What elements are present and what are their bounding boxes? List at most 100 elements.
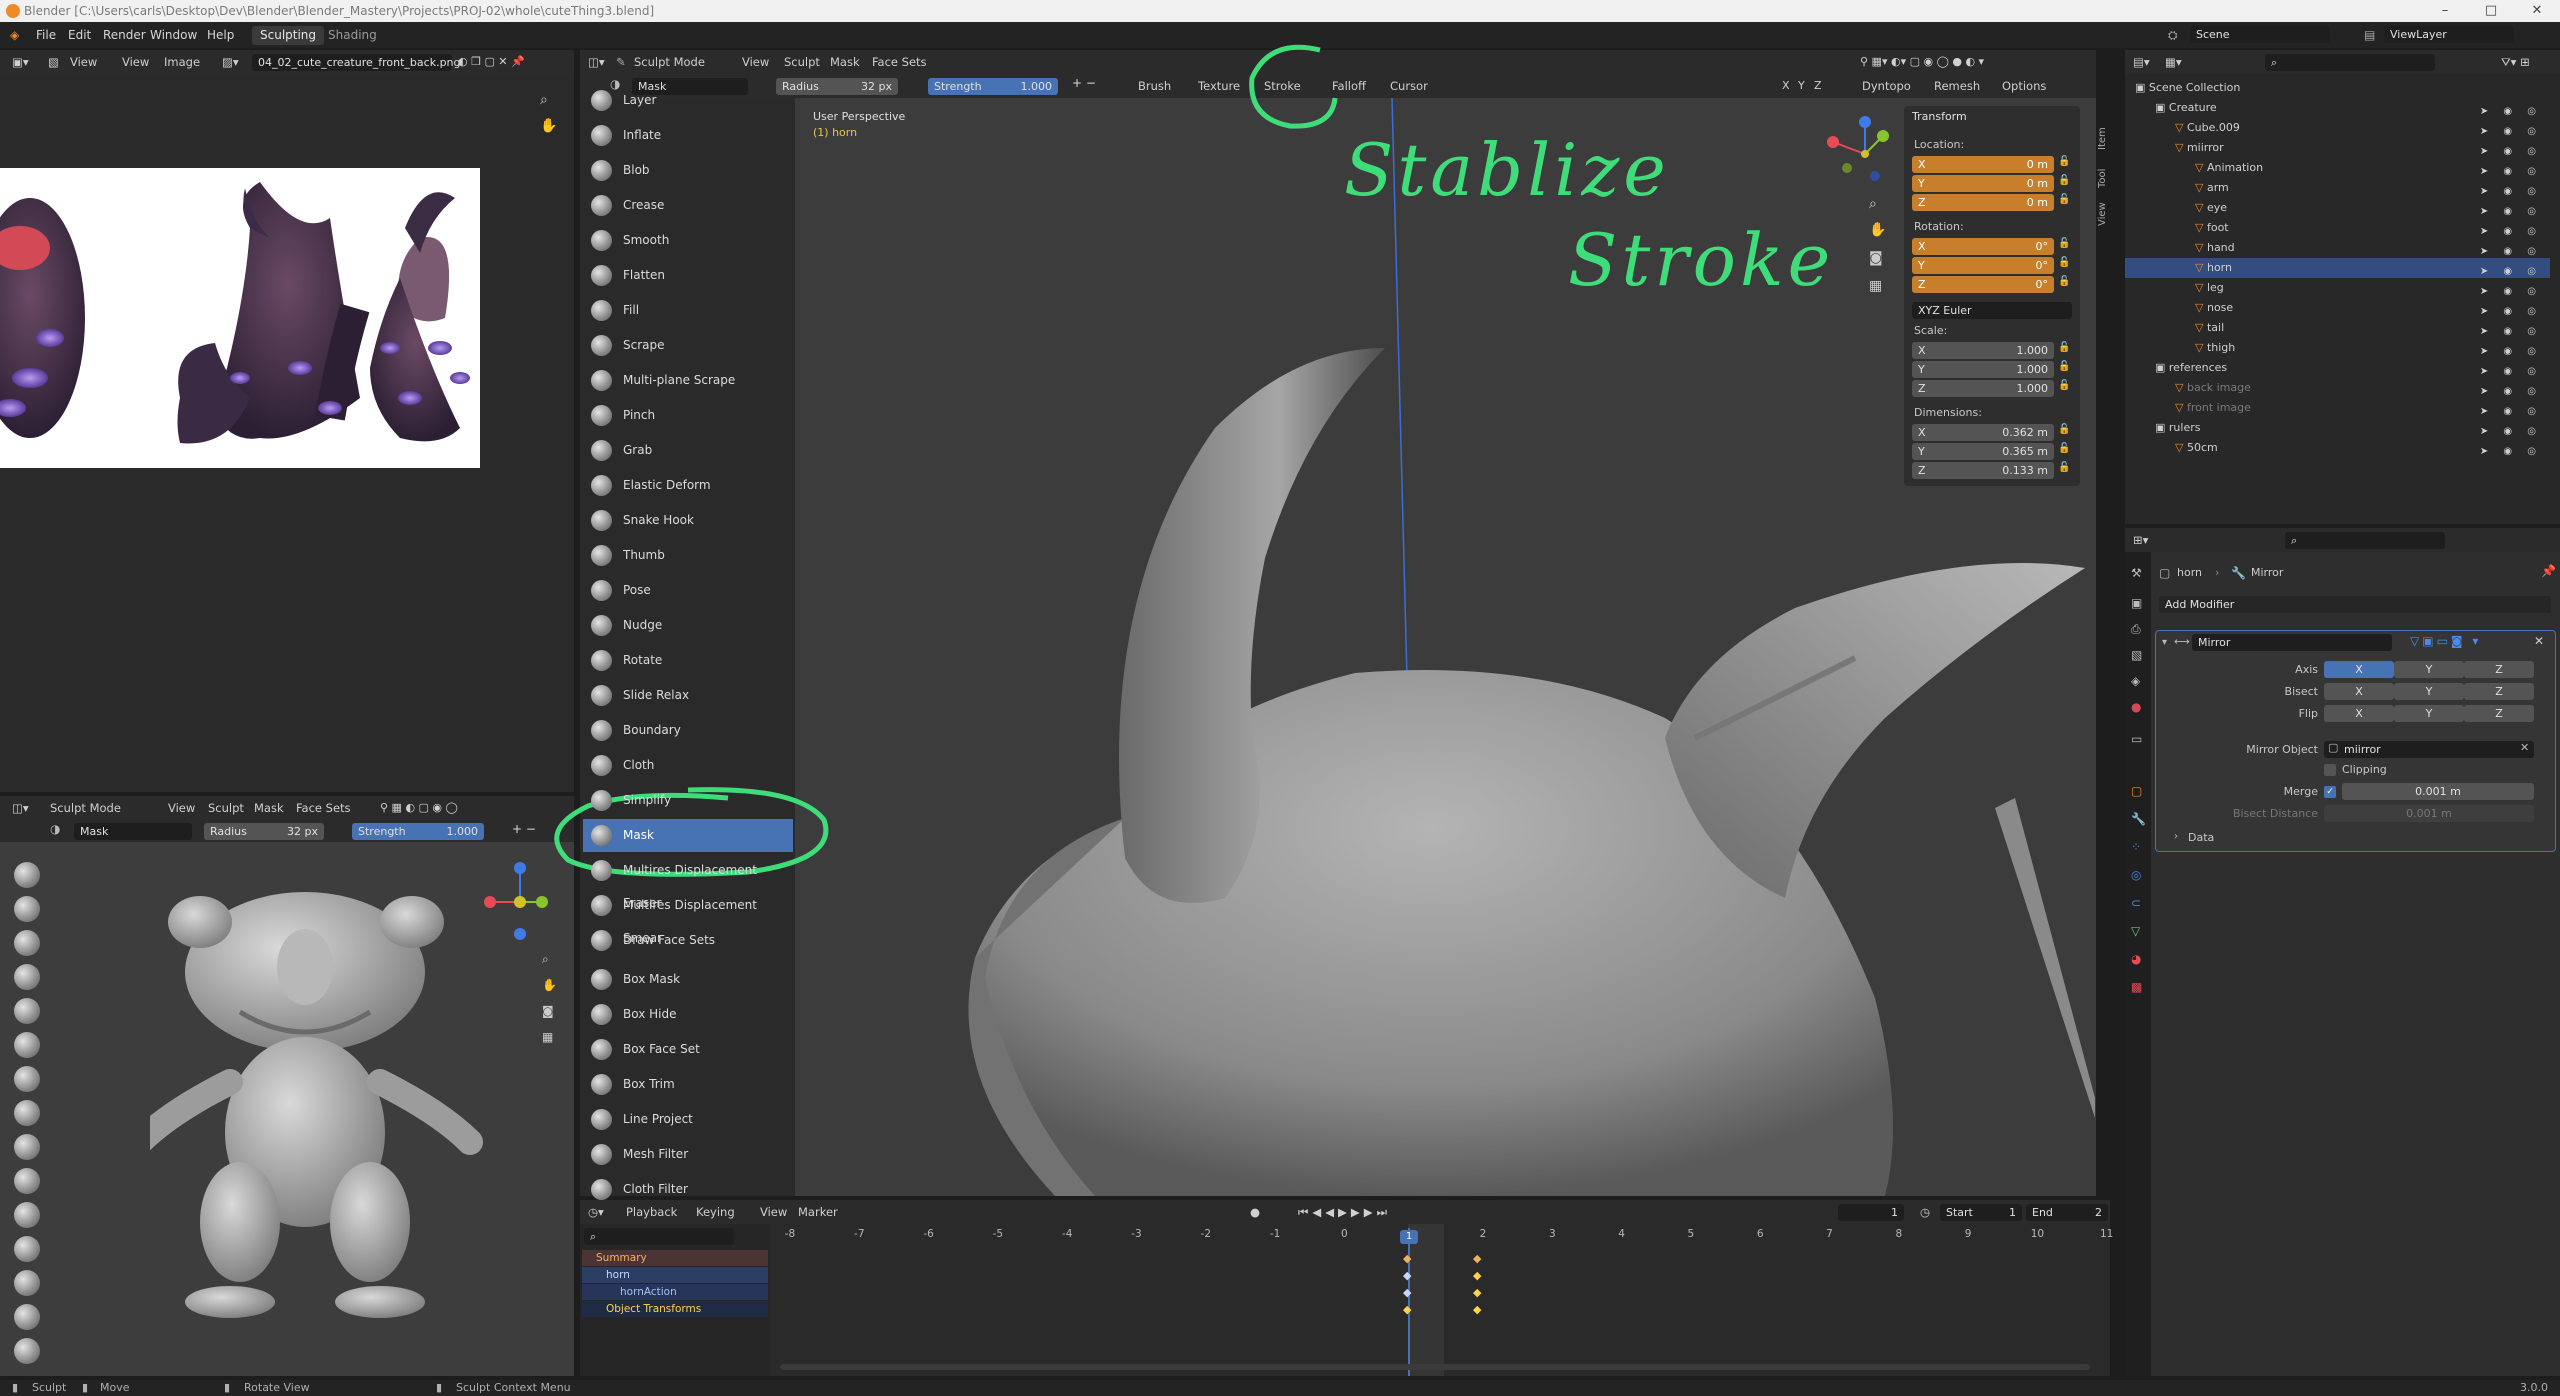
lock-icon[interactable]: 🔓 — [2058, 462, 2070, 473]
maximize-icon[interactable]: □ — [2468, 0, 2514, 22]
bisect-y-toggle[interactable]: Y — [2394, 683, 2464, 700]
tool-multi-plane-scrape[interactable]: Multi-plane Scrape — [583, 364, 793, 397]
tool-smooth[interactable]: Smooth — [583, 224, 793, 257]
merge-distance-field[interactable]: 0.001 m — [2342, 783, 2534, 800]
pin-icon[interactable]: 📌 — [2541, 564, 2556, 578]
main-menu-mask[interactable]: Mask — [830, 52, 860, 72]
close-icon[interactable]: ✕ — [2514, 0, 2560, 22]
menu-help[interactable]: Help — [207, 22, 234, 48]
material-tab-icon[interactable]: ◕ — [2131, 952, 2141, 966]
constraints-tab-icon[interactable]: ⊂ — [2131, 896, 2141, 910]
lock-icon[interactable]: 🔓 — [2058, 276, 2070, 287]
flip-y-toggle[interactable]: Y — [2394, 705, 2464, 722]
small-tool-icon-2[interactable] — [14, 896, 40, 922]
mirror-object-clear-icon[interactable]: ✕ — [2520, 741, 2529, 754]
image-view-mode-icon[interactable]: ▧ — [48, 52, 59, 72]
world-tab-icon[interactable]: ● — [2131, 700, 2141, 714]
tool-layer[interactable]: Layer — [583, 84, 793, 117]
axis-x-toggle[interactable]: X — [2324, 661, 2394, 678]
tool-boundary[interactable]: Boundary — [583, 714, 793, 747]
small-zoom-icon[interactable]: ⌕ — [542, 952, 549, 967]
tool-box-mask[interactable]: Box Mask — [583, 963, 793, 996]
small-camera-icon[interactable]: ◙ — [542, 1004, 554, 1018]
visibility-toggle-icons[interactable]: ➤ ◉ ◎ — [2480, 442, 2542, 462]
bisect-x-toggle[interactable]: X — [2324, 683, 2394, 700]
outliner-row-references[interactable]: ▣ references ➤ ◉ ◎ — [2125, 358, 2550, 378]
menu-view-mode[interactable]: View — [70, 52, 97, 72]
small-tool-icon-11[interactable] — [14, 1202, 40, 1228]
tool-mask[interactable]: Mask — [583, 819, 793, 852]
image-editor-canvas[interactable]: ⌕ ✋ — [0, 74, 574, 792]
current-frame-field[interactable]: 1 — [1838, 1204, 1904, 1221]
view-layer-selector[interactable]: ViewLayer — [2384, 26, 2514, 43]
small-tool-icon-1[interactable] — [14, 862, 40, 888]
render-tab-icon[interactable]: ▣ — [2131, 596, 2142, 610]
dimensions-z-field[interactable]: Z 0.133 m — [1912, 462, 2054, 479]
remesh-popover[interactable]: Remesh — [1934, 76, 1980, 96]
small-tool-icon-9[interactable] — [14, 1134, 40, 1160]
keyframe-action-1[interactable]: ◆ — [1403, 1286, 1411, 1299]
axis-z-toggle[interactable]: Z — [2464, 661, 2534, 678]
small-overlay-icons[interactable]: ⚲ ▦ ◐ ▢ ◉ ◯ — [380, 798, 458, 818]
small-tool-icon-6[interactable] — [14, 1032, 40, 1058]
keyframe-action-2[interactable]: ◆ — [1473, 1286, 1481, 1299]
outliner-row-cube-009[interactable]: ▽ Cube.009 ➤ ◉ ◎ — [2125, 118, 2550, 138]
lock-icon[interactable]: 🔓 — [2058, 424, 2070, 435]
tool-slide-relax[interactable]: Slide Relax — [583, 679, 793, 712]
editor-type-icon[interactable]: ▣▾ — [12, 52, 29, 72]
tool-mesh-filter[interactable]: Mesh Filter — [583, 1138, 793, 1171]
small-tool-icon-10[interactable] — [14, 1168, 40, 1194]
small-brush-name[interactable]: Mask — [74, 823, 192, 840]
keyframe-horn-2[interactable]: ◆ — [1473, 1269, 1481, 1282]
properties-editor-type-icon[interactable]: ⊞▾ — [2133, 530, 2148, 550]
lock-icon[interactable]: 🔓 — [2058, 380, 2070, 391]
outliner-row-scene-collection[interactable]: ▣ Scene Collection — [2125, 78, 2550, 98]
data-subpanel-chevron-icon[interactable]: › — [2174, 831, 2178, 842]
outliner-row-thigh[interactable]: ▽ thigh ➤ ◉ ◎ — [2125, 338, 2550, 358]
main-gizmo-overlay-icons[interactable]: ⚲ ▦▾ ◐▾ ▢ ◉ ◯ ● ◐ ▾ — [1860, 52, 1984, 72]
object-tab-icon[interactable]: ▢ — [2131, 784, 2142, 798]
tool-box-trim[interactable]: Box Trim — [583, 1068, 793, 1101]
menu-edit[interactable]: Edit — [68, 22, 91, 48]
outliner-row-creature[interactable]: ▣ Creature ➤ ◉ ◎ — [2125, 98, 2550, 118]
outliner-row-horn[interactable]: ▽ horn ➤ ◉ ◎ — [2125, 258, 2550, 278]
outliner-display-mode-icon[interactable]: ▦▾ — [2165, 52, 2182, 72]
keyframe-transforms-2[interactable]: ◆ — [1473, 1303, 1481, 1316]
bisect-z-toggle[interactable]: Z — [2464, 683, 2534, 700]
small-tool-icon-5[interactable] — [14, 998, 40, 1024]
timeline-body[interactable]: ⌕ Summary horn hornAction Object Transfo… — [580, 1224, 2113, 1376]
particles-tab-icon[interactable]: ⁘ — [2131, 840, 2141, 854]
channel-summary[interactable]: Summary — [582, 1250, 768, 1266]
start-frame-field[interactable]: Start 1 — [1940, 1204, 2022, 1221]
keyframe-transforms-1[interactable]: ◆ — [1403, 1303, 1411, 1316]
add-modifier-dropdown[interactable]: Add Modifier — [2159, 596, 2551, 613]
properties-search-input[interactable]: ⌕ — [2285, 532, 2445, 549]
scale-y-field[interactable]: Y 1.000 — [1912, 361, 2054, 378]
view-layer-icon[interactable]: ▤ — [2364, 22, 2375, 48]
outliner-editor-type-icon[interactable]: ▤▾ — [2133, 52, 2150, 72]
sidebar-tab-item[interactable]: Item — [2097, 110, 2111, 150]
outliner-row-arm[interactable]: ▽ arm ➤ ◉ ◎ — [2125, 178, 2550, 198]
outliner-row-leg[interactable]: ▽ leg ➤ ◉ ◎ — [2125, 278, 2550, 298]
tool-box-hide[interactable]: Box Hide — [583, 998, 793, 1031]
scene-tab-icon[interactable]: ◈ — [2131, 674, 2140, 688]
tool-cloth[interactable]: Cloth — [583, 749, 793, 782]
lock-icon[interactable]: 🔓 — [2058, 238, 2070, 249]
small-tool-icon-7[interactable] — [14, 1066, 40, 1092]
outliner-row-back-image[interactable]: ▽ back image ➤ ◉ ◎ — [2125, 378, 2550, 398]
data-tab-icon[interactable]: ▽ — [2131, 924, 2140, 938]
small-add-subtract-icons[interactable]: + − — [512, 822, 536, 836]
minimize-icon[interactable]: – — [2422, 0, 2468, 22]
tool-nudge[interactable]: Nudge — [583, 609, 793, 642]
output-tab-icon[interactable]: ⎙ — [2131, 622, 2141, 637]
outliner-search-input[interactable]: ⌕ — [2265, 54, 2435, 71]
small-pan-icon[interactable]: ✋ — [542, 978, 557, 992]
modifier-delete-icon[interactable]: ✕ — [2534, 634, 2544, 648]
preview-range-icon[interactable]: ◷ — [1920, 1202, 1930, 1222]
small-sculpt-mode-dropdown[interactable]: Sculpt Mode — [50, 798, 121, 818]
scene-icon[interactable]: ⛭ — [2168, 22, 2178, 48]
small-editor-type-icon[interactable]: ◫▾ — [12, 798, 29, 818]
texture-tab-icon[interactable]: ▩ — [2131, 980, 2142, 994]
main-add-subtract-icons[interactable]: + − — [1072, 76, 1096, 90]
hand-pan-icon[interactable]: ✋ — [540, 118, 557, 134]
